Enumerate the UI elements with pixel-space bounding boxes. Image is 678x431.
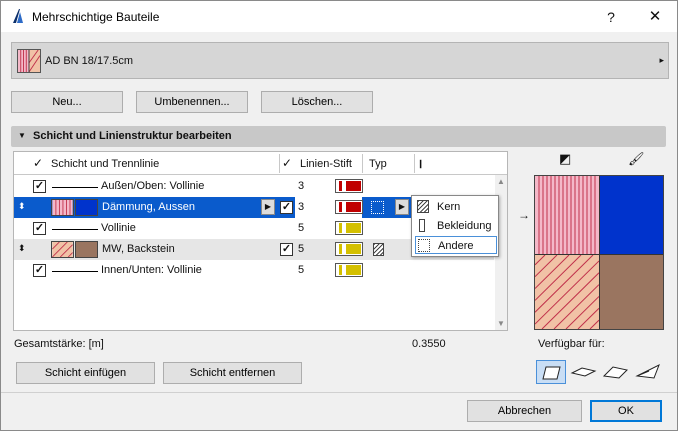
drag-handle-icon[interactable]: ⬍ bbox=[18, 244, 26, 253]
table-header: ✓ Schicht und Trennlinie ✓ Linien-Stift … bbox=[14, 152, 507, 175]
popup-item-other[interactable]: Andere bbox=[415, 236, 497, 254]
section-header[interactable]: ▼ Schicht und Linienstruktur bearbeiten bbox=[11, 126, 666, 147]
ok-button[interactable]: OK bbox=[590, 400, 662, 422]
column-separator bbox=[279, 154, 280, 173]
type-dropdown-icon[interactable]: ▶ bbox=[395, 199, 409, 215]
brick-fill-icon[interactable] bbox=[51, 241, 74, 258]
composite-selector[interactable]: AD BN 18/17.5cm ▸ bbox=[11, 42, 669, 79]
total-thickness-value: 0.3550 bbox=[412, 338, 446, 350]
shell-tool-icon[interactable] bbox=[634, 360, 664, 384]
line-sample bbox=[52, 229, 98, 230]
roof-tool-icon[interactable] bbox=[601, 360, 631, 384]
paint-brush-icon[interactable]: 🖌 bbox=[628, 151, 645, 167]
dialog-window: Mehrschichtige Bauteile ? ✕ AD BN 18/17.… bbox=[0, 0, 678, 431]
section-title: Schicht und Linienstruktur bearbeiten bbox=[33, 130, 232, 142]
insert-layer-button[interactable]: Schicht einfügen bbox=[16, 362, 155, 384]
available-for-label: Verfügbar für: bbox=[538, 338, 605, 350]
row-visibility-checkbox[interactable]: ✓ bbox=[33, 180, 46, 193]
background-color-swatch[interactable] bbox=[75, 199, 98, 216]
expand-arrow-icon[interactable]: ▶ bbox=[261, 199, 275, 215]
help-button[interactable]: ? bbox=[598, 6, 624, 28]
header-layer-line: Schicht und Trennlinie bbox=[51, 158, 160, 170]
pen-number[interactable]: 5 bbox=[298, 222, 304, 234]
pen-number[interactable]: 5 bbox=[298, 264, 304, 276]
header-pen-check-icon: ✓ bbox=[282, 156, 293, 170]
core-type-icon[interactable] bbox=[373, 243, 384, 256]
table-row[interactable]: ✓ Innen/Unten: Vollinie 5 bbox=[14, 260, 494, 281]
row-label: Außen/Oben: Vollinie bbox=[101, 180, 205, 192]
dialog-title: Mehrschichtige Bauteile bbox=[32, 10, 160, 24]
pen-number[interactable]: 3 bbox=[298, 201, 304, 213]
new-button[interactable]: Neu... bbox=[11, 91, 123, 113]
row-visibility-checkbox[interactable]: ✓ bbox=[33, 264, 46, 277]
scroll-up-icon[interactable]: ▲ bbox=[497, 177, 505, 186]
pen-color-swatch[interactable] bbox=[335, 263, 363, 277]
total-thickness-label: Gesamtstärke: [m] bbox=[14, 338, 104, 350]
insulation-preview-background bbox=[599, 176, 663, 254]
pen-number[interactable]: 5 bbox=[298, 243, 304, 255]
thickness-icon: Ⅰ bbox=[419, 159, 423, 171]
row-pen-checkbox[interactable]: ✓ bbox=[280, 201, 293, 214]
header-pen: Linien-Stift bbox=[300, 158, 352, 170]
composite-preview bbox=[534, 175, 664, 330]
pen-color-swatch[interactable] bbox=[335, 179, 363, 193]
insulation-preview-fill bbox=[535, 176, 599, 254]
footer-divider bbox=[1, 392, 677, 393]
wall-tool-icon[interactable] bbox=[536, 360, 566, 384]
table-row[interactable]: ✓ Außen/Oben: Vollinie 3 bbox=[14, 176, 494, 197]
pen-color-swatch[interactable] bbox=[335, 242, 363, 256]
drag-handle-icon[interactable]: ⬍ bbox=[18, 202, 26, 211]
type-popup-menu: Kern Bekleidung Andere bbox=[411, 195, 499, 257]
insulation-fill-icon[interactable] bbox=[51, 199, 74, 216]
column-separator bbox=[362, 154, 363, 173]
cancel-button[interactable]: Abbrechen bbox=[467, 400, 582, 422]
delete-button[interactable]: Löschen... bbox=[261, 91, 373, 113]
finish-icon bbox=[419, 219, 425, 232]
archicad-logo-icon bbox=[13, 9, 23, 23]
chevron-right-icon: ▸ bbox=[659, 55, 664, 65]
remove-layer-button[interactable]: Schicht entfernen bbox=[163, 362, 302, 384]
brick-preview-background bbox=[599, 254, 663, 329]
composite-name: AD BN 18/17.5cm bbox=[45, 55, 134, 67]
header-type: Typ bbox=[369, 158, 387, 170]
rename-button[interactable]: Umbenennen... bbox=[136, 91, 248, 113]
row-label: Dämmung, Aussen bbox=[102, 201, 195, 213]
line-sample bbox=[52, 187, 98, 188]
other-icon bbox=[418, 239, 430, 252]
row-pen-checkbox[interactable]: ✓ bbox=[280, 243, 293, 256]
pen-number[interactable]: 3 bbox=[298, 180, 304, 192]
popup-item-label: Andere bbox=[438, 240, 474, 252]
row-visibility-checkbox[interactable]: ✓ bbox=[33, 222, 46, 235]
pen-color-swatch[interactable] bbox=[335, 221, 363, 235]
popup-item-label: Kern bbox=[437, 201, 461, 213]
background-color-swatch[interactable] bbox=[75, 241, 98, 258]
insertion-arrow-icon: → bbox=[518, 208, 530, 222]
popup-item-label: Bekleidung bbox=[437, 220, 492, 232]
brick-preview-fill bbox=[535, 254, 599, 329]
insulation-swatch-icon bbox=[17, 49, 41, 73]
popup-item-core[interactable]: Kern bbox=[415, 198, 497, 216]
slab-tool-icon[interactable] bbox=[569, 360, 599, 384]
column-separator bbox=[414, 154, 415, 173]
core-icon bbox=[417, 200, 429, 213]
line-sample bbox=[52, 271, 98, 272]
popup-item-finish[interactable]: Bekleidung bbox=[415, 217, 497, 235]
close-button[interactable]: ✕ bbox=[642, 6, 668, 28]
type-icon[interactable] bbox=[371, 201, 384, 214]
pen-color-swatch[interactable] bbox=[335, 200, 363, 214]
collapse-arrow-icon: ▼ bbox=[18, 131, 26, 140]
row-label: Innen/Unten: Vollinie bbox=[101, 264, 202, 276]
scroll-down-icon[interactable]: ▼ bbox=[497, 319, 505, 328]
row-label: MW, Backstein bbox=[102, 243, 175, 255]
title-bar: Mehrschichtige Bauteile ? ✕ bbox=[1, 1, 677, 32]
row-label: Vollinie bbox=[101, 222, 136, 234]
hatch-preview-icon[interactable]: ◩ bbox=[559, 151, 571, 167]
header-check-icon: ✓ bbox=[33, 156, 44, 170]
